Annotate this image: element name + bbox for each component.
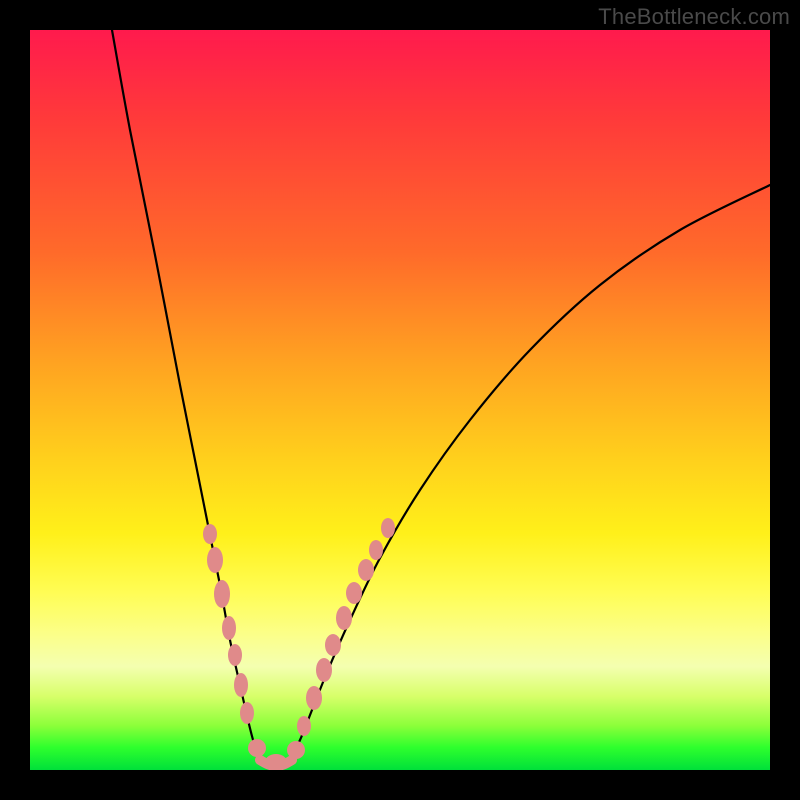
bead [336, 606, 352, 630]
bead [234, 673, 248, 697]
bead [306, 686, 322, 710]
bead [248, 739, 266, 757]
bead [287, 741, 305, 759]
bead [381, 518, 395, 538]
bead [346, 582, 362, 604]
plot-area [30, 30, 770, 770]
curve-right [282, 185, 770, 765]
bead [297, 716, 311, 736]
bead [325, 634, 341, 656]
bead [240, 702, 254, 724]
bead [265, 754, 287, 770]
bead [207, 547, 223, 573]
chart-frame: TheBottleneck.com [0, 0, 800, 800]
bead [358, 559, 374, 581]
bead [222, 616, 236, 640]
bead [316, 658, 332, 682]
bead [228, 644, 242, 666]
watermark-text: TheBottleneck.com [598, 4, 790, 30]
curve-left [112, 30, 270, 765]
curve-svg [30, 30, 770, 770]
bead [203, 524, 217, 544]
bead [369, 540, 383, 560]
bead [214, 580, 230, 608]
